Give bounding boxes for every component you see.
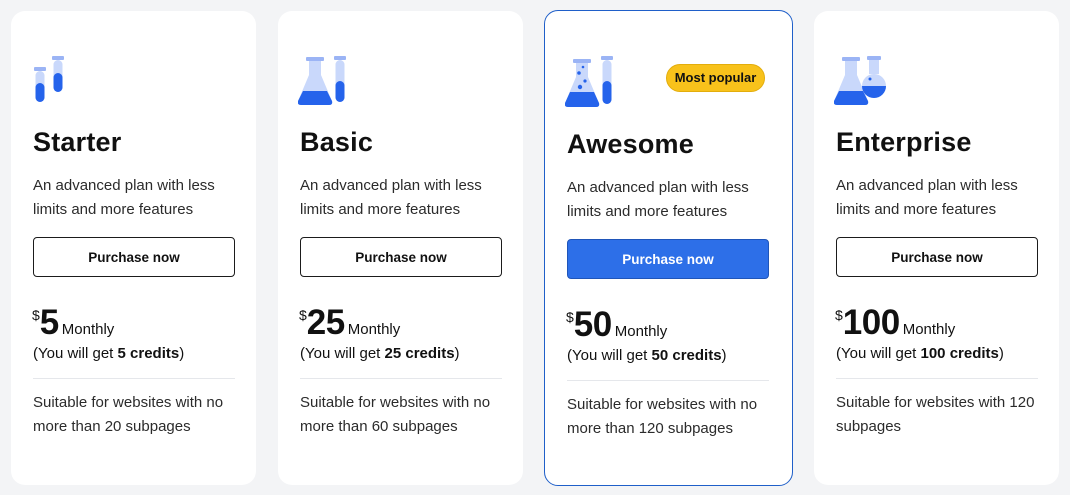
plan-price: $100 Monthly — [835, 303, 955, 343]
credits-value: 5 credits — [117, 345, 180, 362]
purchase-button-awesome[interactable]: Purchase now — [567, 239, 769, 279]
plan-price: $25 Monthly — [299, 303, 400, 343]
test-tubes-icon — [34, 56, 64, 102]
plan-name: Basic — [300, 127, 374, 157]
divider — [567, 380, 769, 381]
plan-card-basic: Basic An advanced plan with less limits … — [278, 11, 523, 485]
credits-value: 100 credits — [920, 345, 999, 362]
purchase-button-enterprise[interactable]: Purchase now — [836, 237, 1038, 277]
plan-name: Awesome — [567, 129, 694, 159]
currency-symbol: $ — [835, 307, 843, 323]
plan-credits: (You will get 5 credits) — [33, 345, 185, 362]
plan-price: $5 Monthly — [32, 303, 114, 343]
plan-name: Starter — [33, 127, 122, 157]
credits-value: 25 credits — [384, 345, 455, 362]
most-popular-badge: Most popular — [666, 64, 765, 92]
divider — [836, 378, 1038, 379]
billing-period: Monthly — [347, 321, 401, 338]
plan-suitability: Suitable for websites with no more than … — [33, 394, 224, 435]
plan-credits: (You will get 25 credits) — [300, 345, 460, 362]
plan-description: An advanced plan with less limits and mo… — [33, 177, 215, 218]
currency-symbol: $ — [299, 307, 307, 323]
divider — [33, 378, 235, 379]
currency-symbol: $ — [566, 309, 574, 325]
billing-period: Monthly — [614, 323, 668, 340]
plan-card-awesome: Most popular Awesome An advanced plan wi… — [544, 10, 793, 486]
price-amount: 5 — [39, 303, 59, 342]
plan-suitability: Suitable for websites with 120 subpages — [836, 394, 1035, 435]
credits-value: 50 credits — [651, 347, 722, 364]
price-amount: 25 — [306, 303, 345, 342]
plan-price: $50 Monthly — [566, 305, 667, 345]
bubbling-flask-icon — [565, 56, 613, 107]
plan-credits: (You will get 100 credits) — [836, 345, 1004, 362]
plan-credits: (You will get 50 credits) — [567, 347, 727, 364]
plan-name: Enterprise — [836, 127, 972, 157]
billing-period: Monthly — [902, 321, 956, 338]
divider — [300, 378, 502, 379]
plan-card-enterprise: Enterprise An advanced plan with less li… — [814, 11, 1059, 485]
plan-suitability: Suitable for websites with no more than … — [300, 394, 491, 435]
purchase-button-basic[interactable]: Purchase now — [300, 237, 502, 277]
purchase-button-starter[interactable]: Purchase now — [33, 237, 235, 277]
lab-flasks-icon — [834, 56, 886, 105]
currency-symbol: $ — [32, 307, 40, 323]
price-amount: 100 — [842, 303, 900, 342]
billing-period: Monthly — [61, 321, 115, 338]
plan-card-starter: Starter An advanced plan with less limit… — [11, 11, 256, 485]
plan-description: An advanced plan with less limits and mo… — [836, 177, 1018, 218]
plan-suitability: Suitable for websites with no more than … — [567, 396, 758, 437]
flask-tube-icon — [298, 56, 346, 105]
plan-description: An advanced plan with less limits and mo… — [300, 177, 482, 218]
plan-description: An advanced plan with less limits and mo… — [567, 179, 749, 220]
price-amount: 50 — [573, 305, 612, 344]
